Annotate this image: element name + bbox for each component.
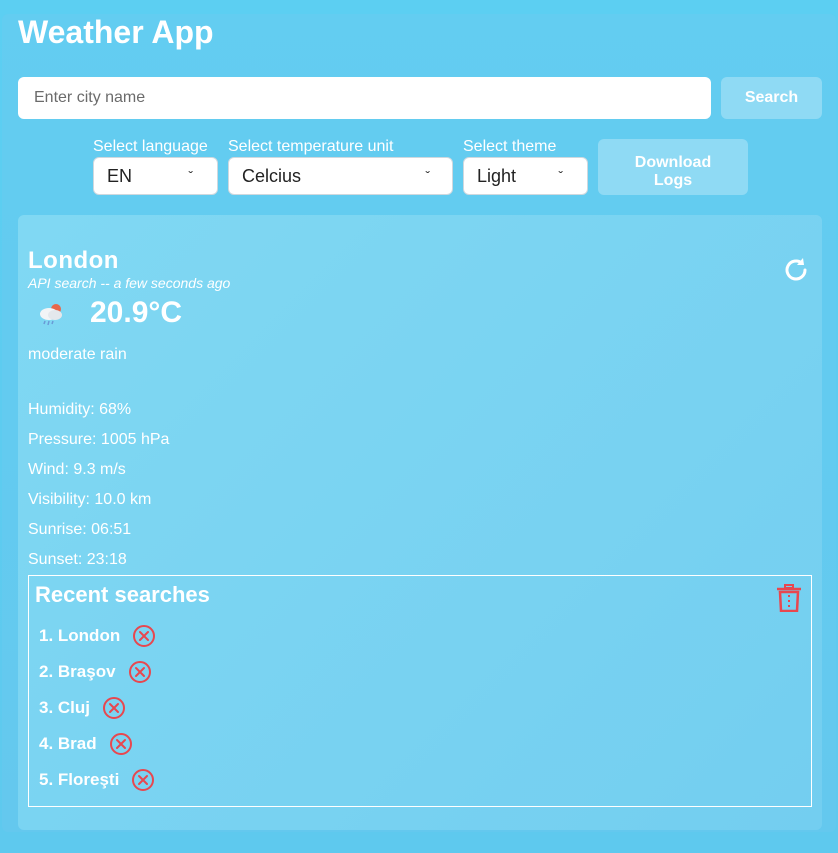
chevron-down-icon: ˇ [188, 168, 193, 184]
temperature-unit-label: Select temperature unit [228, 138, 394, 155]
search-meta: API search -- a few seconds ago [28, 275, 231, 291]
recent-search-item[interactable]: 1. London [39, 624, 156, 648]
recent-search-item[interactable]: 3. Cluj [39, 696, 126, 720]
download-logs-label-line2: Logs [653, 172, 693, 189]
language-select[interactable]: EN ˇ [93, 157, 218, 195]
recent-search-label[interactable]: 5. Floreşti [39, 770, 119, 790]
rain-cloud-icon [40, 304, 62, 326]
city-search-input[interactable] [18, 77, 711, 119]
download-logs-label-line1: Download [634, 154, 712, 171]
language-label: Select language [93, 138, 208, 155]
recent-search-label[interactable]: 1. London [39, 626, 120, 646]
recent-search-item[interactable]: 4. Brad [39, 732, 133, 756]
theme-select[interactable]: Light ˇ [463, 157, 588, 195]
sunset-detail: Sunset: 23:18 [28, 551, 127, 568]
visibility-detail: Visibility: 10.0 km [28, 491, 152, 508]
refresh-icon[interactable] [781, 255, 811, 285]
remove-circle-icon[interactable] [128, 660, 152, 684]
weather-description: moderate rain [28, 346, 127, 363]
remove-circle-icon[interactable] [109, 732, 133, 756]
chevron-down-icon: ˇ [558, 168, 563, 184]
recent-searches-title: Recent searches [35, 582, 210, 607]
recent-search-label[interactable]: 2. Braşov [39, 662, 116, 682]
app-title: Weather App [18, 14, 214, 50]
recent-search-item[interactable]: 5. Floreşti [39, 768, 155, 792]
app-background: Weather App Search Select language EN ˇ … [0, 0, 838, 853]
temperature-unit-value: Celcius [242, 166, 302, 186]
trash-icon[interactable] [776, 584, 802, 612]
sunrise-detail: Sunrise: 06:51 [28, 521, 132, 538]
theme-label: Select theme [463, 138, 557, 155]
remove-circle-icon[interactable] [132, 624, 156, 648]
temperature-unit-select[interactable]: Celcius ˇ [228, 157, 453, 195]
recent-search-label[interactable]: 4. Brad [39, 734, 97, 754]
recent-search-label[interactable]: 3. Cluj [39, 698, 90, 718]
download-logs-button[interactable]: Download Logs [598, 139, 748, 195]
language-select-value: EN [107, 166, 133, 186]
pressure-detail: Pressure: 1005 hPa [28, 431, 170, 448]
recent-searches-panel: Recent searches 1. London 2. Braşov 3. C… [28, 575, 812, 807]
recent-search-item[interactable]: 2. Braşov [39, 660, 152, 684]
temperature-value: 20.9°C [90, 296, 183, 329]
theme-select-value: Light [477, 166, 517, 186]
remove-circle-icon[interactable] [131, 768, 155, 792]
wind-detail: Wind: 9.3 m/s [28, 461, 126, 478]
search-button[interactable]: Search [721, 77, 822, 119]
humidity-detail: Humidity: 68% [28, 401, 132, 418]
city-name: London [28, 247, 119, 274]
chevron-down-icon: ˇ [425, 168, 430, 184]
remove-circle-icon[interactable] [102, 696, 126, 720]
